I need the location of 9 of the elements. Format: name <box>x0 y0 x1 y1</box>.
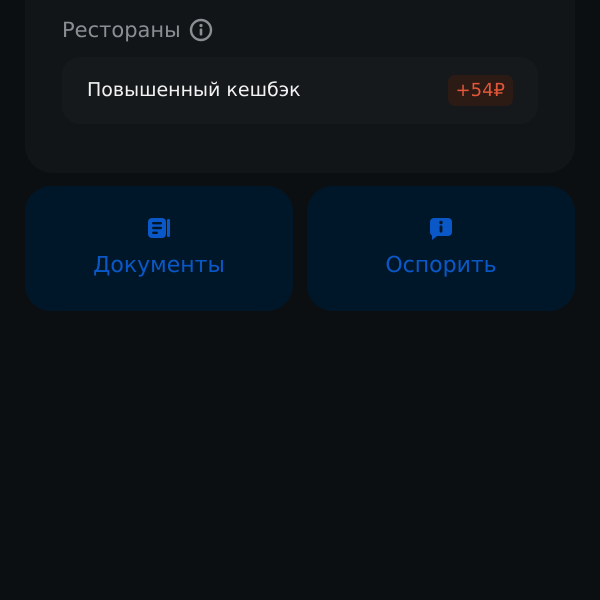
section-title: Рестораны <box>62 18 181 42</box>
action-button[interactable]: Документы <box>25 186 293 311</box>
cashback-row[interactable]: Повышенный кешбэк +54₽ <box>62 57 538 124</box>
action-button[interactable]: Оспорить <box>307 186 575 311</box>
info-icon[interactable] <box>188 18 213 42</box>
speech-bubble-info-icon <box>427 215 455 241</box>
row-label: Повышенный кешбэк <box>87 78 301 104</box>
document-icon <box>145 215 173 241</box>
amount-badge: +54₽ <box>448 75 513 106</box>
